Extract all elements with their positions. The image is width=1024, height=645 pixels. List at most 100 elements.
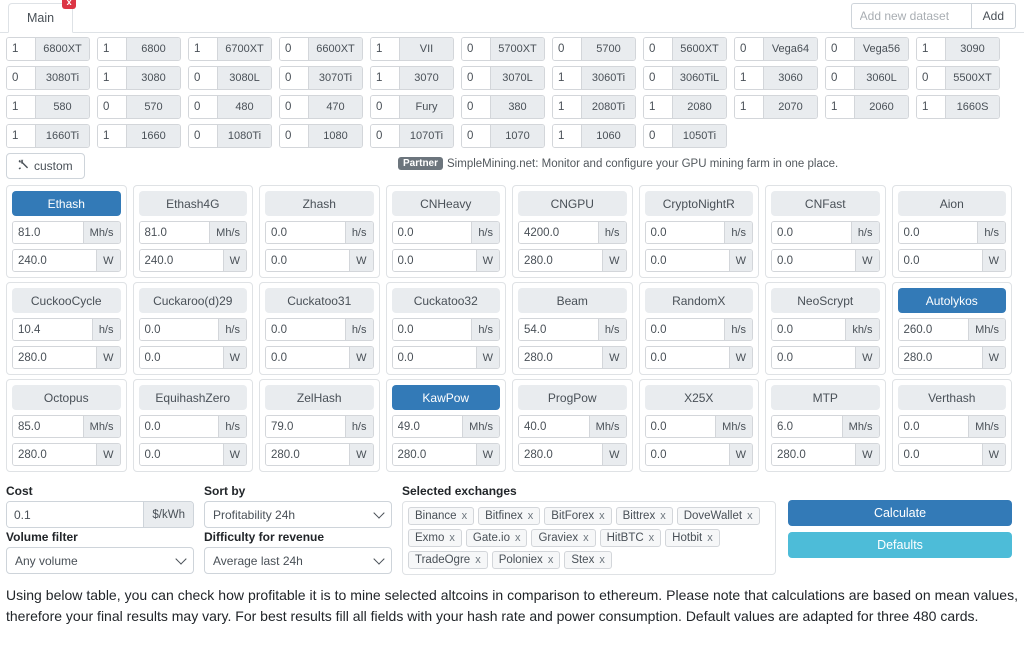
gpu-quantity-input[interactable] — [553, 125, 581, 147]
remove-icon[interactable]: x — [660, 510, 666, 522]
gpu-quantity-input[interactable] — [826, 67, 854, 89]
algorithm-toggle[interactable]: Cuckatoo31 — [265, 288, 374, 313]
power-input[interactable] — [898, 347, 982, 368]
remove-icon[interactable]: x — [475, 554, 481, 566]
gpu-quantity-input[interactable] — [189, 125, 217, 147]
power-input[interactable] — [13, 250, 97, 271]
gpu-quantity-input[interactable] — [644, 125, 672, 147]
power-input[interactable] — [772, 444, 856, 465]
gpu-quantity-input[interactable] — [917, 38, 945, 60]
cost-input[interactable] — [7, 502, 144, 527]
algorithm-toggle[interactable]: X25X — [644, 385, 753, 410]
gpu-quantity-input[interactable] — [7, 38, 35, 60]
difficulty-select[interactable]: Average last 24h — [204, 547, 392, 574]
exchange-chip-graviex[interactable]: Graviex x — [531, 529, 596, 547]
power-input[interactable] — [13, 347, 97, 368]
algorithm-toggle[interactable]: Cuckaroo(d)29 — [138, 288, 247, 313]
remove-icon[interactable]: x — [548, 554, 554, 566]
gpu-quantity-input[interactable] — [98, 38, 126, 60]
hashrate-input[interactable] — [519, 222, 598, 243]
exchange-chip-exmo[interactable]: Exmo x — [408, 529, 462, 547]
algorithm-toggle[interactable]: Aion — [897, 191, 1006, 216]
gpu-quantity-input[interactable] — [371, 96, 399, 118]
gpu-quantity-input[interactable] — [462, 125, 490, 147]
exchange-chip-hotbit[interactable]: Hotbit x — [665, 529, 720, 547]
remove-icon[interactable]: x — [528, 510, 534, 522]
algorithm-toggle[interactable]: Octopus — [12, 385, 121, 410]
hashrate-input[interactable] — [139, 319, 219, 340]
hashrate-input[interactable] — [898, 319, 969, 340]
gpu-quantity-input[interactable] — [98, 67, 126, 89]
gpu-quantity-input[interactable] — [462, 96, 490, 118]
gpu-quantity-input[interactable] — [644, 96, 672, 118]
algorithm-toggle[interactable]: ZelHash — [265, 385, 374, 410]
gpu-quantity-input[interactable] — [7, 125, 35, 147]
algorithm-toggle[interactable]: CNHeavy — [391, 191, 500, 216]
hashrate-input[interactable] — [645, 222, 725, 243]
gpu-quantity-input[interactable] — [644, 67, 672, 89]
hashrate-input[interactable] — [392, 319, 472, 340]
calculate-button[interactable]: Calculate — [788, 500, 1012, 526]
exchange-chip-binance[interactable]: Binance x — [408, 507, 475, 525]
remove-icon[interactable]: x — [449, 532, 455, 544]
gpu-quantity-input[interactable] — [371, 67, 399, 89]
algorithm-toggle[interactable]: MTP — [771, 385, 880, 410]
exchange-chip-bitfinex[interactable]: Bitfinex x — [478, 507, 541, 525]
gpu-quantity-input[interactable] — [735, 38, 763, 60]
power-input[interactable] — [139, 444, 223, 465]
gpu-quantity-input[interactable] — [189, 38, 217, 60]
remove-icon[interactable]: x — [583, 532, 589, 544]
gpu-quantity-input[interactable] — [7, 67, 35, 89]
hashrate-input[interactable] — [392, 416, 463, 437]
close-icon[interactable]: x — [62, 0, 77, 9]
remove-icon[interactable]: x — [599, 510, 605, 522]
power-input[interactable] — [392, 444, 476, 465]
hashrate-input[interactable] — [519, 416, 589, 437]
power-input[interactable] — [519, 347, 603, 368]
algorithm-toggle[interactable]: EquihashZero — [138, 385, 247, 410]
hashrate-input[interactable] — [13, 416, 83, 437]
gpu-quantity-input[interactable] — [462, 67, 490, 89]
hashrate-input[interactable] — [392, 222, 472, 243]
remove-icon[interactable]: x — [599, 554, 605, 566]
algorithm-toggle[interactable]: KawPow — [391, 385, 500, 410]
algorithm-toggle[interactable]: ProgPow — [518, 385, 627, 410]
add-dataset-button[interactable]: Add — [970, 3, 1016, 29]
power-input[interactable] — [266, 444, 350, 465]
power-input[interactable] — [266, 250, 350, 271]
hashrate-input[interactable] — [898, 416, 969, 437]
exchange-chip-gate-io[interactable]: Gate.io x — [465, 529, 528, 547]
hashrate-input[interactable] — [13, 319, 92, 340]
algorithm-toggle[interactable]: Ethash4G — [138, 191, 247, 216]
hashrate-input[interactable] — [139, 416, 219, 437]
algorithm-toggle[interactable]: NeoScrypt — [771, 288, 880, 313]
tab-main[interactable]: Main x — [8, 0, 77, 33]
power-input[interactable] — [898, 250, 982, 271]
power-input[interactable] — [139, 347, 223, 368]
power-input[interactable] — [645, 347, 729, 368]
algorithm-toggle[interactable]: CNFast — [771, 191, 880, 216]
gpu-quantity-input[interactable] — [553, 67, 581, 89]
exchange-chip-tradeogre[interactable]: TradeOgre x — [408, 551, 488, 569]
gpu-quantity-input[interactable] — [280, 96, 308, 118]
hashrate-input[interactable] — [772, 319, 846, 340]
power-input[interactable] — [266, 347, 350, 368]
gpu-quantity-input[interactable] — [826, 38, 854, 60]
gpu-quantity-input[interactable] — [189, 67, 217, 89]
gpu-quantity-input[interactable] — [553, 38, 581, 60]
hashrate-input[interactable] — [519, 319, 598, 340]
hashrate-input[interactable] — [139, 222, 210, 243]
power-input[interactable] — [13, 444, 97, 465]
power-input[interactable] — [645, 250, 729, 271]
exchange-chip-bitforex[interactable]: BitForex x — [544, 507, 612, 525]
hashrate-input[interactable] — [13, 222, 83, 243]
hashrate-input[interactable] — [266, 416, 345, 437]
hashrate-input[interactable] — [645, 319, 725, 340]
algorithm-toggle[interactable]: CNGPU — [518, 191, 627, 216]
gpu-quantity-input[interactable] — [189, 96, 217, 118]
gpu-quantity-input[interactable] — [7, 96, 35, 118]
volume-filter-select[interactable]: Any volume — [6, 547, 194, 574]
remove-icon[interactable]: x — [747, 510, 753, 522]
hashrate-input[interactable] — [772, 222, 851, 243]
defaults-button[interactable]: Defaults — [788, 532, 1012, 558]
